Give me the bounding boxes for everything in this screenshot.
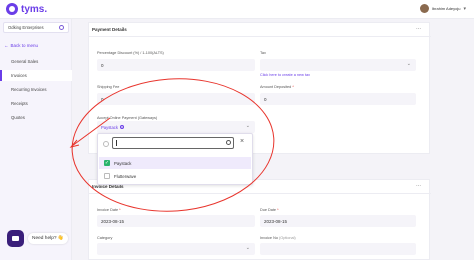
user-name: Ibrahim Adeyoju bbox=[431, 6, 461, 11]
user-menu[interactable]: Ibrahim Adeyoju ▾ bbox=[419, 4, 466, 13]
create-tax-link[interactable]: Click here to create a new tax bbox=[260, 73, 310, 77]
sidebar-item-receipts[interactable]: Receipts bbox=[0, 98, 72, 109]
sidebar-item-general-sales[interactable]: General Sales bbox=[0, 56, 72, 67]
tax-label: Tax bbox=[260, 51, 266, 55]
chat-icon bbox=[12, 236, 19, 241]
shipping-fee-value: 0 bbox=[101, 96, 104, 102]
logo-icon bbox=[6, 3, 18, 15]
select-all-radio[interactable] bbox=[103, 141, 109, 147]
annotation-arrow-head bbox=[69, 139, 80, 148]
invoice-details-panel: Invoice Details ... Invoice Date * 2023-… bbox=[88, 179, 431, 260]
search-icon bbox=[226, 140, 231, 145]
sidebar: Odking Enterprises ← Back to menu Genera… bbox=[0, 19, 72, 260]
remove-icon[interactable]: × bbox=[120, 125, 124, 129]
chevron-down-icon[interactable]: ⌄ bbox=[246, 123, 250, 129]
sidebar-item-quotes[interactable]: Quotes bbox=[0, 112, 72, 123]
divider bbox=[89, 193, 431, 194]
option-paystack[interactable]: ✓ Paystack bbox=[99, 157, 251, 169]
gateway-dropdown: × ✓ Paystack Flutterwave bbox=[97, 133, 253, 185]
due-date-input[interactable]: 2023-08-15 bbox=[260, 215, 416, 227]
chevron-down-icon: ▾ bbox=[463, 5, 466, 12]
selected-gateway-label: Paystack bbox=[101, 124, 118, 130]
invoice-date-input[interactable]: 2023-08-15 bbox=[97, 215, 255, 227]
discount-label: Percentage Discount (%) / 1-100(ALTS) bbox=[97, 51, 164, 55]
sidebar-item-invoices[interactable]: Invoices bbox=[0, 70, 72, 81]
invoice-date-value: 2023-08-15 bbox=[101, 218, 125, 224]
sidebar-item-label: Quotes bbox=[11, 115, 25, 120]
logo[interactable]: tyms. bbox=[6, 3, 47, 15]
due-date-label: Due Date * bbox=[260, 208, 279, 212]
category-label: Category bbox=[97, 236, 113, 240]
sidebar-item-label: Receipts bbox=[11, 101, 28, 106]
checkbox-checked[interactable]: ✓ bbox=[104, 160, 110, 166]
discount-value: 0 bbox=[101, 62, 104, 68]
discount-input[interactable]: 0 bbox=[97, 59, 255, 71]
sidebar-item-label: Recurring Invoices bbox=[11, 87, 47, 92]
chevron-down-icon: ⌄ bbox=[406, 61, 411, 67]
settings-icon[interactable] bbox=[59, 25, 64, 30]
chevron-down-icon: ⌄ bbox=[245, 245, 250, 251]
sidebar-item-recurring-invoices[interactable]: Recurring Invoices bbox=[0, 84, 72, 95]
need-help-bubble[interactable]: Need help? 👋 bbox=[28, 233, 68, 244]
option-flutterwave[interactable]: Flutterwave bbox=[99, 170, 251, 182]
panel-title: Payment Details bbox=[92, 27, 127, 32]
top-bar: tyms. Ibrahim Adeyoju ▾ bbox=[0, 0, 474, 19]
avatar[interactable] bbox=[419, 4, 429, 13]
due-date-value: 2023-08-15 bbox=[264, 218, 288, 224]
chat-button[interactable] bbox=[7, 230, 24, 247]
amount-deposited-input[interactable]: 0 bbox=[260, 93, 416, 105]
option-label: Flutterwave bbox=[114, 173, 137, 179]
sidebar-item-label: General Sales bbox=[11, 59, 39, 64]
amount-deposited-label: Amount Deposited * bbox=[260, 85, 294, 89]
category-select[interactable]: ⌄ bbox=[97, 243, 255, 255]
amount-deposited-value: 0 bbox=[264, 96, 267, 102]
sidebar-item-label: Invoices bbox=[11, 73, 27, 78]
text-cursor bbox=[116, 140, 117, 146]
business-name: Odking Enterprises bbox=[8, 25, 44, 30]
online-payment-label: Accept Online Payment (Gateways) bbox=[97, 116, 158, 120]
invoice-no-input[interactable] bbox=[260, 243, 416, 255]
gateway-search-input[interactable] bbox=[112, 137, 234, 149]
invoice-no-label: Invoice No (Optional) bbox=[260, 236, 296, 240]
more-options-icon[interactable]: ... bbox=[416, 25, 421, 31]
arrow-left-icon: ← bbox=[4, 43, 9, 48]
shipping-fee-label: Shipping Fee bbox=[97, 85, 120, 89]
selected-gateway-chip: Paystack × bbox=[101, 125, 124, 130]
back-to-menu-label: Back to menu bbox=[10, 43, 39, 48]
tax-select[interactable]: ⌄ bbox=[260, 59, 416, 71]
close-icon[interactable]: × bbox=[240, 138, 244, 145]
back-to-menu-link[interactable]: ← Back to menu bbox=[4, 43, 38, 48]
option-label: Paystack bbox=[114, 160, 132, 166]
divider bbox=[89, 36, 431, 37]
online-payment-select[interactable]: Paystack × ⌄ bbox=[97, 121, 255, 133]
invoice-date-label: Invoice Date * bbox=[97, 208, 121, 212]
checkbox[interactable] bbox=[104, 173, 110, 179]
business-switcher[interactable]: Odking Enterprises bbox=[3, 22, 69, 33]
shipping-fee-input[interactable]: 0 bbox=[97, 93, 255, 105]
brand-name: tyms. bbox=[21, 3, 48, 15]
more-options-icon[interactable]: ... bbox=[416, 182, 421, 188]
